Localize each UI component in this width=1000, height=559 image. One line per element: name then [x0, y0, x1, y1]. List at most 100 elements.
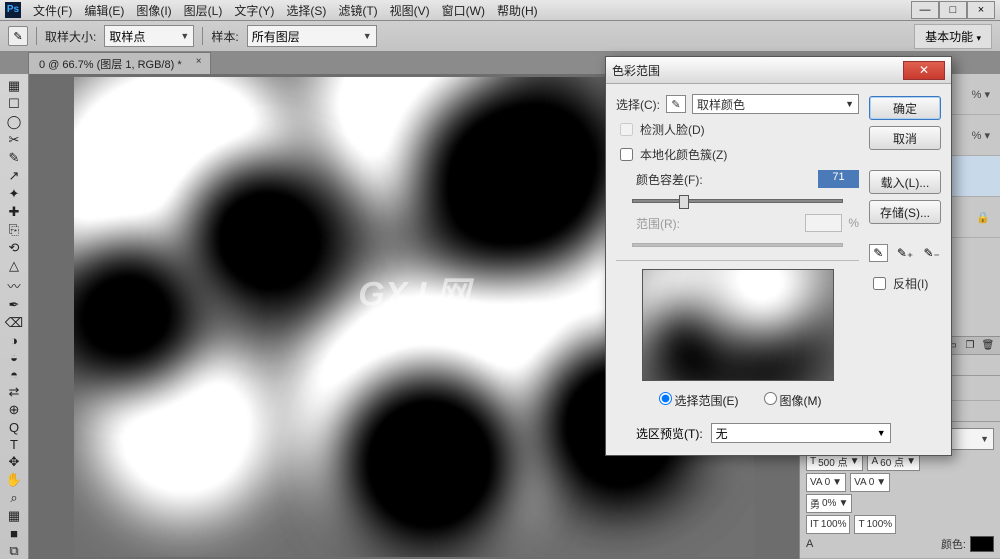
- tool-history[interactable]: ⟲: [3, 240, 25, 256]
- fuzziness-label: 颜色容差(F):: [636, 171, 703, 188]
- checkbox[interactable]: [873, 277, 886, 290]
- menu-type[interactable]: 文字(Y): [228, 0, 280, 21]
- radio[interactable]: [764, 392, 777, 405]
- tool-type[interactable]: T: [3, 437, 25, 452]
- tracking-input[interactable]: VA0▼: [806, 473, 846, 492]
- new-icon[interactable]: ❐: [962, 339, 978, 353]
- tool-screens[interactable]: ▦: [3, 508, 25, 524]
- menu-layer[interactable]: 图层(L): [178, 0, 229, 21]
- close-button[interactable]: ×: [967, 1, 995, 19]
- font-size-value: 500 点: [818, 454, 847, 469]
- tool-gradient[interactable]: 〰: [3, 276, 25, 295]
- tool-swap[interactable]: ⇄: [3, 384, 25, 400]
- fuzziness-slider[interactable]: [616, 194, 859, 208]
- trash-icon[interactable]: 🗑: [980, 339, 996, 353]
- tool-zoom[interactable]: ⌕: [3, 490, 25, 506]
- sample-size-value: 取样点: [109, 28, 145, 45]
- menu-filter[interactable]: 滤镜(T): [332, 0, 383, 21]
- tool-quickmask[interactable]: Q: [3, 420, 25, 435]
- tool-lasso[interactable]: ◯: [3, 114, 25, 130]
- tool-marquee[interactable]: ☐: [3, 96, 25, 112]
- tool-move[interactable]: ▦: [3, 78, 25, 94]
- cancel-button[interactable]: 取消: [869, 126, 941, 150]
- ok-button[interactable]: 确定: [869, 96, 941, 120]
- selection-preview-select[interactable]: 无▼: [711, 423, 891, 443]
- slider-thumb[interactable]: [679, 195, 689, 209]
- tool-shape[interactable]: ◓: [3, 367, 25, 382]
- tool-stamp[interactable]: ⎘: [3, 222, 25, 238]
- vscale-value: 100%: [821, 519, 847, 530]
- minimize-button[interactable]: —: [911, 1, 939, 19]
- chevron-down-icon: ▼: [180, 31, 189, 41]
- workspace-switcher[interactable]: 基本功能 ▾: [914, 24, 992, 49]
- tsume-input[interactable]: 勇0%▼: [806, 494, 852, 513]
- checkbox[interactable]: [620, 148, 633, 161]
- save-button[interactable]: 存储(S)...: [869, 200, 941, 224]
- select-mode-value: 取样颜色: [697, 96, 745, 113]
- dialog-title: 色彩范围: [612, 62, 660, 79]
- chevron-down-icon: ▼: [838, 498, 848, 509]
- eyedropper-icon[interactable]: ✎: [869, 244, 888, 262]
- menu-file[interactable]: 文件(F): [27, 0, 78, 21]
- leading-value: 60 点: [880, 454, 904, 469]
- tool-dodge[interactable]: ⌫: [3, 315, 25, 331]
- invert-label: 反相(I): [893, 275, 928, 292]
- kerning-value: 0: [869, 477, 875, 488]
- radio[interactable]: [659, 392, 672, 405]
- dialog-titlebar[interactable]: 色彩范围 ✕: [606, 57, 951, 84]
- menu-view[interactable]: 视图(V): [384, 0, 436, 21]
- radio-image[interactable]: 图像(M): [759, 389, 822, 409]
- type-size-icon: T: [810, 456, 816, 467]
- eyedropper-minus-icon[interactable]: ✎₋: [922, 244, 941, 262]
- tool-swatch[interactable]: ■: [3, 526, 25, 541]
- tool-zoom-alt[interactable]: ⊕: [3, 402, 25, 418]
- select-mode-select[interactable]: 取样颜色▼: [692, 94, 859, 114]
- color-label: 颜色:: [941, 536, 966, 552]
- fuzziness-input[interactable]: 71: [818, 170, 859, 188]
- radio-selection[interactable]: 选择范围(E): [654, 389, 739, 409]
- preview-mode-radios: 选择范围(E) 图像(M): [616, 387, 859, 409]
- eyedropper-plus-icon[interactable]: ✎₊: [896, 244, 915, 262]
- tool-blur[interactable]: ✒: [3, 297, 25, 313]
- tool-crop[interactable]: ✂: [3, 132, 25, 148]
- tool-eyedropper[interactable]: ✎: [3, 150, 25, 166]
- tool-hand[interactable]: ✋: [3, 472, 25, 488]
- maximize-button[interactable]: □: [939, 1, 967, 19]
- tracking-icon: VA: [810, 477, 823, 488]
- dialog-close-button[interactable]: ✕: [903, 61, 945, 80]
- kerning-icon: VA: [854, 477, 867, 488]
- sample-size-select[interactable]: 取样点 ▼: [104, 25, 194, 47]
- invert-checkbox[interactable]: 反相(I): [869, 274, 941, 293]
- radio-img-label: 图像(M): [780, 394, 822, 408]
- menu-window[interactable]: 窗口(W): [436, 0, 491, 21]
- menu-image[interactable]: 图像(I): [130, 0, 177, 21]
- eyedropper-icon[interactable]: ✎: [8, 26, 28, 46]
- vscale-input[interactable]: IT100%: [806, 515, 850, 534]
- hscale-input[interactable]: T100%: [854, 515, 896, 534]
- tool-brush[interactable]: ✚: [3, 204, 25, 220]
- tool-path[interactable]: ◒: [3, 350, 25, 365]
- app-logo: Ps: [5, 2, 21, 18]
- document-tab[interactable]: 0 @ 66.7% (图层 1, RGB/8) * ×: [28, 52, 211, 74]
- load-button[interactable]: 载入(L)...: [869, 170, 941, 194]
- kerning-input[interactable]: VA0▼: [850, 473, 890, 492]
- tool-pen[interactable]: ◑: [3, 333, 25, 348]
- color-swatch[interactable]: [970, 536, 994, 552]
- tool-direct[interactable]: ✥: [3, 454, 25, 470]
- menu-select[interactable]: 选择(S): [280, 0, 332, 21]
- tool-heal[interactable]: ✦: [3, 186, 25, 202]
- localized-checkbox[interactable]: 本地化颜色簇(Z): [616, 145, 859, 164]
- sample-source-value: 所有图层: [252, 28, 300, 45]
- close-tab-icon[interactable]: ×: [196, 56, 202, 67]
- menu-help[interactable]: 帮助(H): [491, 0, 544, 21]
- options-bar: ✎ 取样大小: 取样点▼ 样本: 所有图层▼ 基本功能 ▾: [0, 21, 1000, 52]
- menu-edit[interactable]: 编辑(E): [78, 0, 130, 21]
- radio-sel-label: 选择范围(E): [675, 394, 739, 408]
- tool-mask[interactable]: ⧉: [3, 543, 25, 559]
- preview-thumbnail[interactable]: [642, 269, 834, 381]
- tool-eraser[interactable]: △: [3, 258, 25, 274]
- sample-source-select[interactable]: 所有图层▼: [247, 25, 377, 47]
- detect-faces-checkbox: 检测人脸(D): [616, 120, 859, 139]
- tool-wand[interactable]: ↗: [3, 168, 25, 184]
- opacity-text: % ▾: [972, 88, 990, 101]
